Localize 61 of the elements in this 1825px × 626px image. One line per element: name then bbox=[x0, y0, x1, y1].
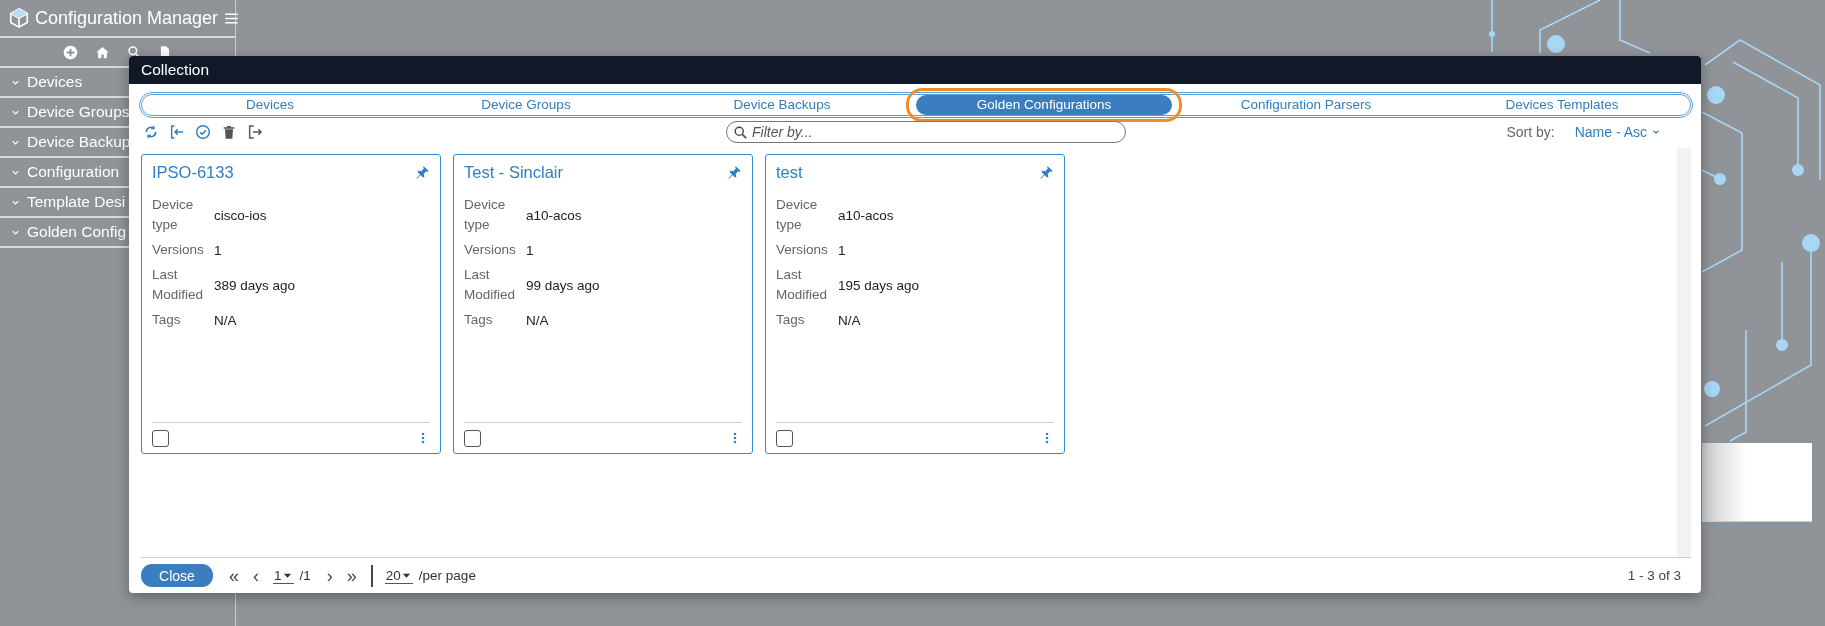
first-page-button[interactable]: « bbox=[229, 565, 239, 586]
checkbox[interactable] bbox=[776, 429, 793, 447]
field-label: Tags bbox=[776, 311, 806, 329]
field-label: Versions bbox=[464, 241, 516, 259]
sort-dropdown[interactable]: Name - Asc bbox=[1574, 124, 1661, 140]
document-icon[interactable] bbox=[158, 45, 172, 59]
field-value: a10-acos bbox=[526, 207, 583, 223]
card-title[interactable]: Test - Sinclair bbox=[464, 162, 564, 182]
field-value: 1 bbox=[526, 242, 535, 258]
trash-icon[interactable] bbox=[221, 124, 237, 140]
field-label: Last Modified bbox=[152, 266, 204, 304]
field-label: Last Modified bbox=[464, 266, 516, 304]
next-page-button[interactable]: › bbox=[326, 565, 333, 586]
card-title[interactable]: test bbox=[776, 162, 803, 182]
sort-label: Sort by: bbox=[1506, 124, 1555, 140]
field-value: 1 bbox=[838, 242, 847, 258]
field-label: Device type bbox=[776, 196, 819, 234]
per-page-select[interactable]: 20 bbox=[384, 567, 413, 584]
field-label: Versions bbox=[776, 241, 828, 259]
field-label: Tags bbox=[464, 311, 494, 329]
field-value: N/A bbox=[214, 312, 238, 328]
check-circle-icon[interactable] bbox=[195, 124, 211, 140]
field-value: N/A bbox=[838, 312, 862, 328]
last-page-button[interactable]: » bbox=[346, 565, 357, 586]
add-icon[interactable] bbox=[63, 44, 78, 60]
result-range: 1 - 3 of 3 bbox=[1627, 568, 1682, 583]
search-icon[interactable] bbox=[127, 45, 141, 59]
pin-icon[interactable] bbox=[727, 164, 742, 180]
field-value: a10-acos bbox=[838, 207, 895, 223]
checkbox[interactable] bbox=[152, 429, 169, 447]
card-title[interactable]: IPSO-6133 bbox=[152, 162, 234, 182]
pin-icon[interactable] bbox=[1039, 164, 1054, 180]
export-icon[interactable] bbox=[247, 124, 263, 140]
page-select[interactable]: 1 bbox=[273, 567, 294, 584]
pin-icon[interactable] bbox=[415, 164, 430, 180]
filter-field[interactable]: Filter by... bbox=[726, 121, 1126, 143]
refresh-icon[interactable] bbox=[143, 124, 159, 140]
field-label: Tags bbox=[152, 311, 182, 329]
import-icon[interactable] bbox=[169, 124, 185, 140]
tab[interactable]: Device Groups bbox=[398, 95, 654, 115]
tab[interactable]: Configuration Parsers bbox=[1178, 95, 1434, 115]
close-button[interactable]: Close bbox=[141, 564, 213, 587]
tab[interactable]: Golden Configurations bbox=[916, 95, 1172, 115]
field-value: 389 days ago bbox=[214, 277, 297, 293]
previous-page-button[interactable]: ‹ bbox=[253, 565, 259, 586]
app-title: Configuration Manager bbox=[35, 7, 219, 29]
tab[interactable]: Devices Templates bbox=[1434, 95, 1690, 115]
scrollbar[interactable] bbox=[1677, 148, 1691, 557]
search-icon bbox=[733, 125, 748, 140]
page-count: /1 bbox=[299, 568, 311, 583]
field-value: 195 days ago bbox=[838, 277, 921, 293]
field-value: 99 days ago bbox=[526, 277, 601, 293]
checkbox[interactable] bbox=[464, 429, 481, 447]
cube-logo-icon bbox=[8, 7, 30, 29]
per-page-label: /per page bbox=[418, 568, 476, 583]
field-value: N/A bbox=[526, 312, 550, 328]
tab[interactable]: Device Backups bbox=[654, 95, 910, 115]
home-icon[interactable] bbox=[95, 44, 110, 60]
dialog-title: Collection bbox=[129, 56, 1701, 84]
field-label: Device type bbox=[464, 196, 507, 234]
field-label: Last Modified bbox=[776, 266, 828, 304]
